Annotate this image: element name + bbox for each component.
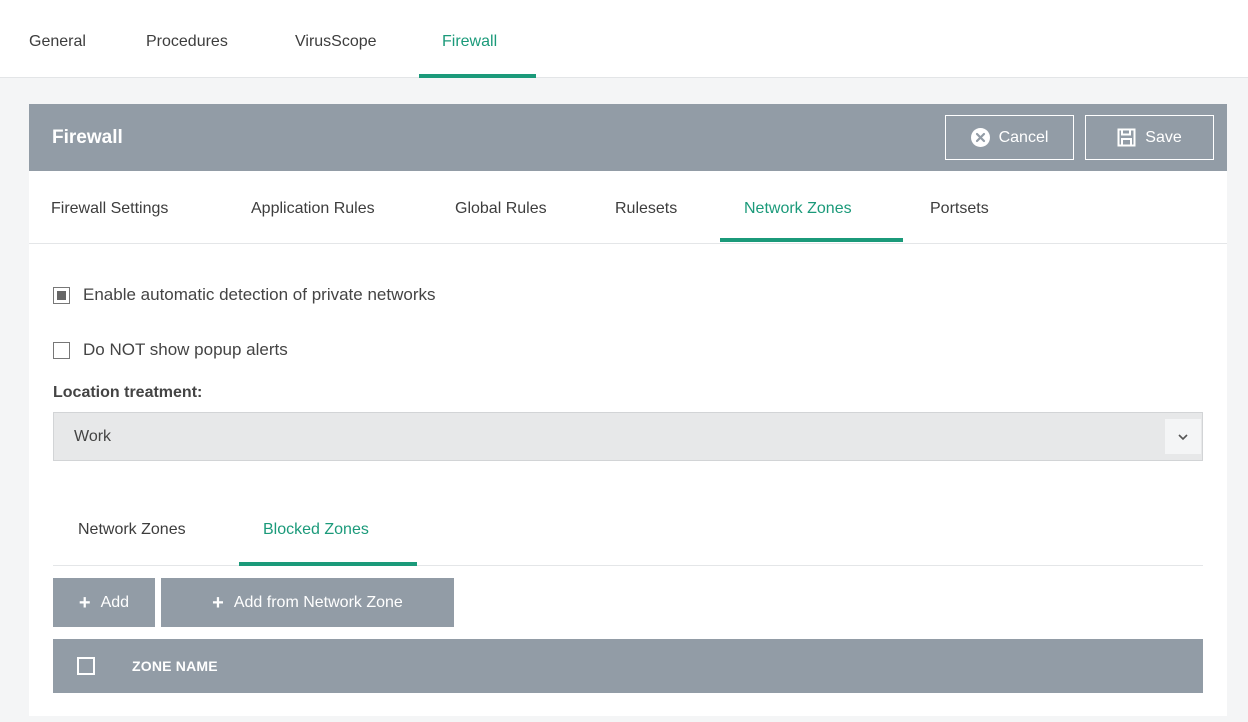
checkbox-checked-mark — [57, 290, 66, 300]
panel-header: Firewall Cancel Save — [29, 104, 1227, 171]
add-from-network-zone-button[interactable]: + Add from Network Zone — [161, 578, 454, 627]
location-treatment-label: Location treatment: — [53, 384, 203, 401]
auto-detect-option: Enable automatic detection of private ne… — [53, 282, 435, 308]
save-icon — [1117, 128, 1136, 147]
cancel-label: Cancel — [998, 128, 1049, 146]
cancel-icon — [970, 128, 990, 147]
tab-network-zones[interactable]: Network Zones — [744, 171, 852, 244]
active-tab-indicator — [419, 74, 536, 78]
cancel-button[interactable]: Cancel — [945, 115, 1074, 160]
auto-detect-label: Enable automatic detection of private ne… — [83, 285, 436, 304]
tab-general[interactable]: General — [29, 0, 86, 78]
tab-rulesets[interactable]: Rulesets — [615, 171, 677, 244]
no-popup-label: Do NOT show popup alerts — [83, 340, 288, 359]
no-popup-option: Do NOT show popup alerts — [53, 337, 288, 363]
location-treatment-value: Work — [74, 428, 112, 445]
tab-virusscope[interactable]: VirusScope — [295, 0, 377, 78]
tab-blocked-zones[interactable]: Blocked Zones — [263, 506, 369, 564]
add-from-network-zone-label: Add from Network Zone — [233, 593, 403, 611]
save-label: Save — [1145, 128, 1182, 146]
active-subtab-indicator — [720, 238, 903, 242]
tab-network-zones-list[interactable]: Network Zones — [78, 506, 186, 564]
tab-procedures[interactable]: Procedures — [146, 0, 228, 78]
tab-firewall-settings[interactable]: Firewall Settings — [51, 171, 168, 244]
tab-global-rules[interactable]: Global Rules — [455, 171, 547, 244]
auto-detect-checkbox[interactable] — [53, 286, 70, 304]
save-button[interactable]: Save — [1085, 115, 1214, 160]
tab-application-rules[interactable]: Application Rules — [251, 171, 375, 244]
chevron-down-icon[interactable] — [1165, 419, 1201, 454]
plus-icon: + — [78, 591, 91, 614]
zone-tab-bar: Network Zones Blocked Zones — [53, 506, 1203, 566]
top-tab-bar: General Procedures VirusScope Firewall — [0, 0, 1248, 78]
firewall-sub-tabs: Firewall Settings Application Rules Glob… — [29, 171, 1227, 244]
tab-firewall[interactable]: Firewall — [442, 0, 497, 78]
add-button[interactable]: + Add — [53, 578, 155, 627]
no-popup-checkbox[interactable] — [53, 341, 70, 359]
select-all-checkbox[interactable] — [77, 657, 95, 675]
active-zone-tab-indicator — [239, 562, 417, 566]
add-label: Add — [100, 593, 130, 611]
location-treatment-select[interactable]: Work — [53, 412, 1203, 461]
firewall-panel: Firewall Cancel Save Firewall Settings A… — [29, 104, 1227, 716]
blocked-zones-table-header: ZONE NAME — [53, 639, 1203, 693]
panel-title: Firewall — [52, 127, 123, 148]
tab-portsets[interactable]: Portsets — [930, 171, 989, 244]
column-zone-name[interactable]: ZONE NAME — [132, 658, 218, 674]
plus-icon: + — [212, 591, 224, 614]
